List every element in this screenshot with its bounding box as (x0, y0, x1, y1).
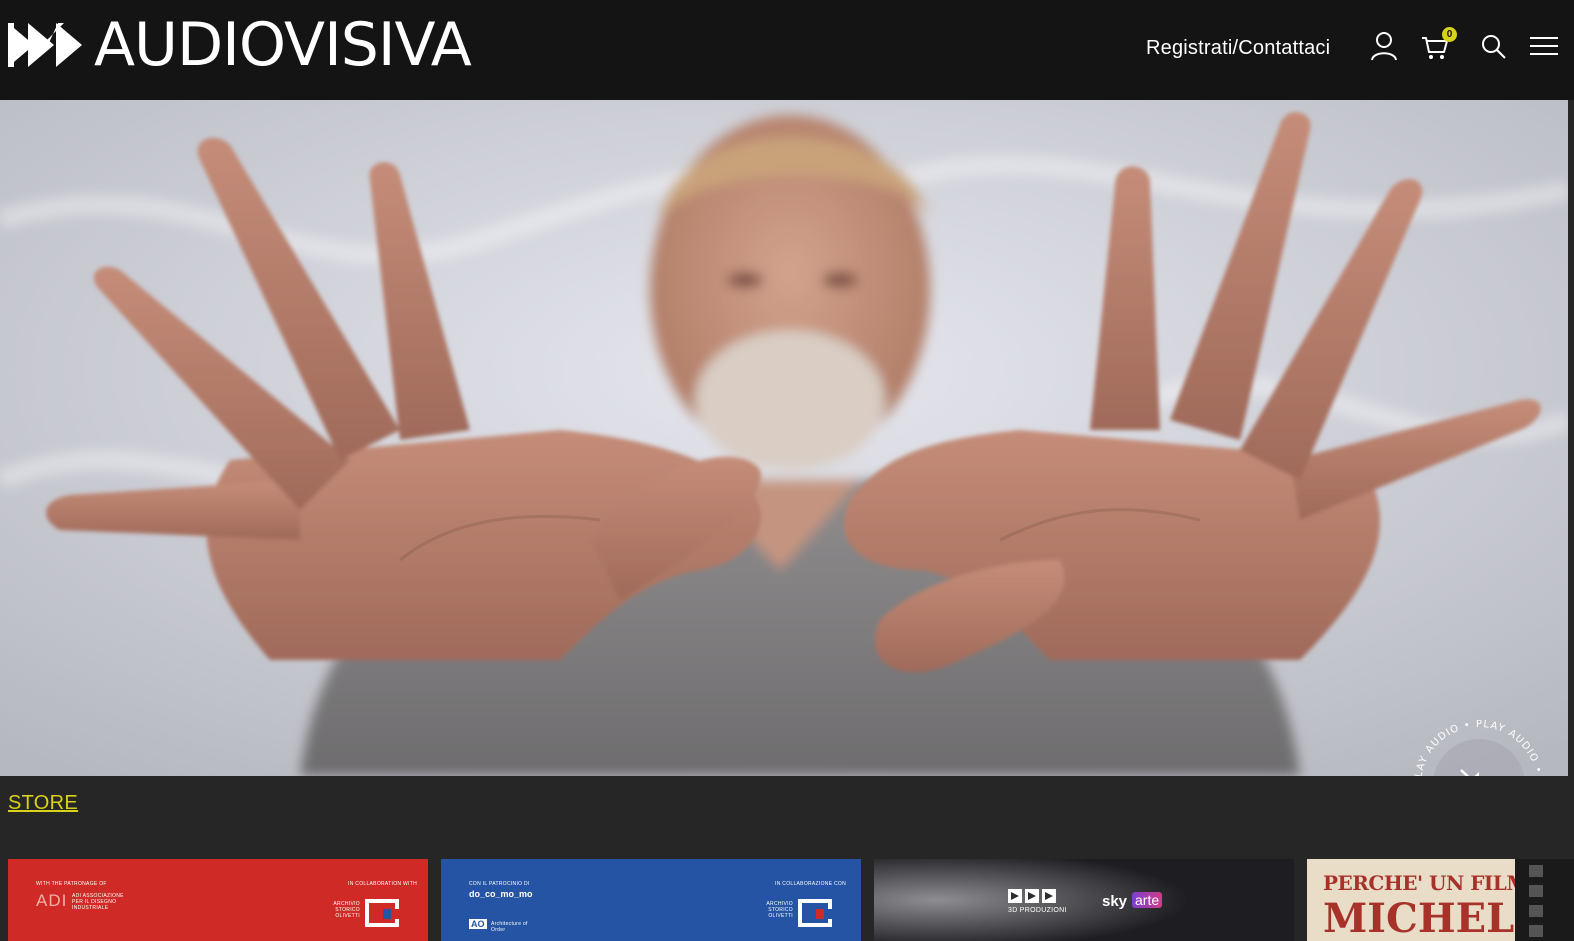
register-contact-link[interactable]: Registrati/Contattaci (1146, 36, 1330, 60)
store-section: STORE WITH THE PATRONAGE OF ADI ADI ASSO… (0, 776, 1574, 941)
card-3-image (874, 859, 1294, 941)
adi-logo-text: ADI ASSOCIAZIONE PER IL DISEGNO INDUSTRI… (72, 893, 124, 911)
store-card-1[interactable]: WITH THE PATRONAGE OF ADI ADI ASSOCIAZIO… (8, 859, 428, 941)
brand-name: AUDIOVISIVA (94, 10, 472, 80)
card-caption: WITH THE PATRONAGE OF (36, 881, 107, 887)
store-card-2[interactable]: CON IL PATROCINIO DI do_co_mo_mo AO Arch… (441, 859, 861, 941)
menu-icon[interactable] (1530, 30, 1560, 62)
search-icon[interactable] (1479, 30, 1509, 62)
card-caption: CON IL PATROCINIO DI (469, 881, 530, 887)
3d-produzioni-text: 3D PRODUZIONI (1008, 907, 1067, 914)
sky-logo: sky (1102, 893, 1128, 910)
film-strip (1515, 859, 1574, 941)
olivetti-text: ARCHIVIO STORICO OLIVETTI (766, 901, 793, 919)
arte-logo: arte (1132, 892, 1163, 908)
store-card-3[interactable]: 3D PRODUZIONI sky arte (874, 859, 1294, 941)
store-card-4[interactable]: PERCHE' UN FILM SU MICHELE (1307, 859, 1574, 941)
ao-logo: AO (469, 919, 487, 929)
card-caption: IN COLLABORATION WITH (348, 881, 417, 887)
brand-mark-icon (8, 23, 82, 67)
ao-logo-text: Architecture of Order (491, 921, 528, 933)
card-caption: IN COLLABORAZIONE CON (775, 881, 847, 887)
user-icon[interactable] (1369, 30, 1399, 62)
site-logo[interactable]: AUDIOVISIVA (8, 10, 472, 80)
play-audio-button[interactable]: PLAY AUDIO • PLAY AUDIO • PLAY AUDIO • (1414, 720, 1544, 776)
docomomo-logo: do_co_mo_mo (469, 889, 533, 899)
olivetti-text: ARCHIVIO STORICO OLIVETTI (333, 901, 360, 919)
site-header: AUDIOVISIVA Registrati/Contattaci 0 (0, 0, 1574, 100)
hero-video[interactable]: PLAY AUDIO • PLAY AUDIO • PLAY AUDIO • (0, 100, 1568, 776)
hero-image (0, 100, 1568, 776)
adi-logo: ADI (36, 891, 68, 910)
cart-count-badge: 0 (1442, 27, 1457, 42)
olivetti-logo-icon (365, 899, 399, 927)
olivetti-logo-icon (798, 899, 832, 927)
card-4-title-large: MICHELE (1323, 895, 1545, 941)
store-link[interactable]: STORE (8, 792, 78, 815)
3d-produzioni-logo-icon (1008, 889, 1056, 903)
